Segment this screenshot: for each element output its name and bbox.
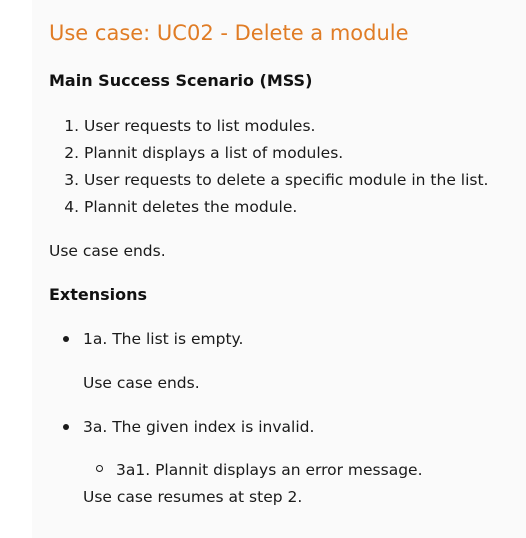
extensions-heading: Extensions bbox=[49, 285, 148, 304]
mss-step-number: 3. bbox=[64, 171, 79, 189]
hollow-bullet-icon bbox=[96, 465, 103, 472]
mss-step-text: User requests to delete a specific modul… bbox=[84, 171, 489, 189]
extension-1a-note: Use case ends. bbox=[83, 374, 200, 392]
mss-step-number: 4. bbox=[64, 198, 79, 216]
mss-step-2: 2. Plannit displays a list of modules. bbox=[61, 143, 343, 163]
extension-1a: 1a. The list is empty. bbox=[83, 330, 244, 348]
page-title: Use case: UC02 - Delete a module bbox=[49, 21, 409, 45]
mss-step-1: 1. User requests to list modules. bbox=[61, 116, 315, 136]
mss-step-text: User requests to list modules. bbox=[84, 117, 316, 135]
mss-step-4: 4. Plannit deletes the module. bbox=[61, 197, 297, 217]
mss-step-text: Plannit deletes the module. bbox=[84, 198, 298, 216]
extension-3a-note: Use case resumes at step 2. bbox=[83, 488, 303, 506]
mss-step-text: Plannit displays a list of modules. bbox=[84, 144, 344, 162]
mss-heading: Main Success Scenario (MSS) bbox=[49, 71, 313, 90]
mss-step-number: 2. bbox=[64, 144, 79, 162]
mss-step-number: 1. bbox=[64, 117, 79, 135]
mss-step-3: 3. User requests to delete a specific mod… bbox=[61, 170, 488, 190]
bullet-icon bbox=[63, 336, 69, 342]
bullet-icon bbox=[63, 424, 69, 430]
mss-end-text: Use case ends. bbox=[49, 242, 166, 260]
extension-3a: 3a. The given index is invalid. bbox=[83, 418, 315, 436]
extension-3a1: 3a1. Plannit displays an error message. bbox=[116, 461, 423, 479]
